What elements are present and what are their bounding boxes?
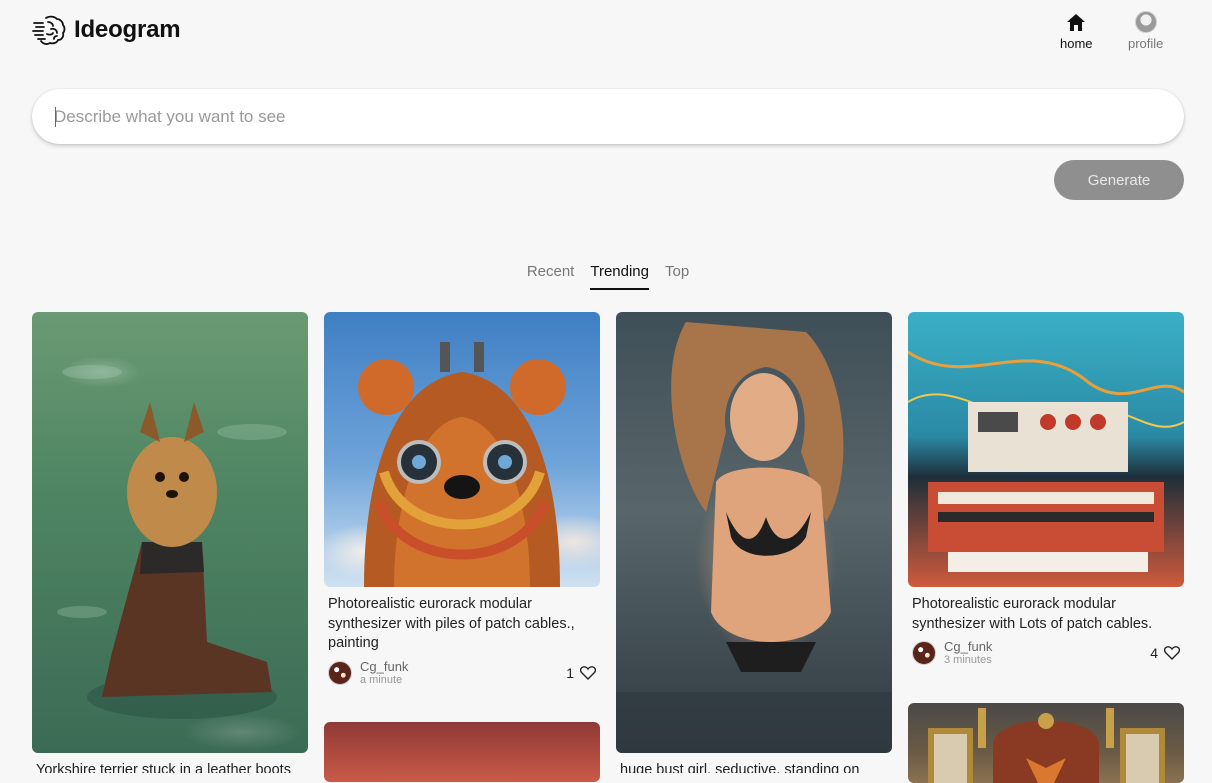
like-button[interactable]: 1 [566, 665, 596, 681]
card-image[interactable] [324, 722, 600, 782]
app-name: Ideogram [74, 16, 181, 43]
card-image[interactable] [616, 312, 892, 753]
woman-illustration [616, 322, 892, 753]
terrier-boot-illustration [57, 365, 287, 719]
nav-profile[interactable]: profile [1128, 10, 1163, 51]
card-image[interactable] [908, 703, 1184, 783]
card-image[interactable] [908, 312, 1184, 587]
tab-top[interactable]: Top [665, 263, 689, 290]
fox-portrait-illustration [928, 708, 1165, 783]
card-caption: Yorkshire terrier stuck in a leather boo… [36, 762, 291, 773]
post-time: 3 minutes [944, 654, 992, 666]
prompt-box [32, 89, 1184, 144]
like-button[interactable]: 4 [1150, 645, 1180, 661]
user-name: Cg_funk [360, 658, 409, 674]
feed-card[interactable] [908, 703, 1184, 783]
card-meta: Cg_funk a minute 1 [324, 654, 600, 686]
profile-avatar-icon [1134, 10, 1157, 34]
home-icon [1066, 10, 1086, 34]
heart-icon [1164, 646, 1180, 660]
feed-card[interactable]: huge bust girl, seductive, standing on [616, 312, 892, 773]
card-user[interactable]: Cg_funk a minute [328, 658, 409, 686]
card-caption: huge bust girl, seductive, standing on [620, 762, 860, 773]
bear-synth-illustration [358, 342, 566, 587]
card-image[interactable] [324, 312, 600, 587]
card-caption: Photorealistic eurorack modular synthesi… [328, 596, 575, 651]
feed-card[interactable]: Photorealistic eurorack modular synthesi… [324, 312, 600, 686]
like-count: 4 [1150, 645, 1158, 661]
user-name: Cg_funk [944, 639, 993, 654]
like-count: 1 [566, 664, 574, 681]
card-image[interactable] [32, 312, 308, 753]
tab-trending[interactable]: Trending [590, 263, 649, 290]
synth-illustration [908, 350, 1184, 572]
text-cursor [55, 107, 56, 127]
card-user[interactable]: Cg_funk 3 minutes [912, 640, 992, 666]
brain-logo-icon [32, 15, 66, 45]
user-avatar [912, 641, 936, 665]
nav-home-label: home [1060, 36, 1093, 51]
user-avatar [328, 660, 352, 685]
feed-tabs: Recent Trending Top [0, 263, 1212, 290]
card-meta: Cg_funk 3 minutes 4 [908, 634, 1184, 666]
heart-icon [580, 665, 596, 680]
generate-button[interactable]: Generate [1054, 160, 1184, 200]
logo[interactable]: Ideogram [32, 14, 181, 46]
header: Ideogram home profile [0, 0, 1212, 64]
post-time: a minute [360, 673, 403, 686]
feed-card[interactable] [324, 722, 600, 782]
prompt-input[interactable] [32, 89, 1184, 144]
nav-profile-label: profile [1128, 36, 1164, 51]
feed-card[interactable]: Yorkshire terrier stuck in a leather boo… [32, 312, 308, 773]
nav-home[interactable]: home [1060, 10, 1093, 51]
card-caption: Photorealistic eurorack modular synthesi… [912, 596, 1153, 632]
tab-recent[interactable]: Recent [527, 263, 575, 290]
feed-card[interactable]: Photorealistic eurorack modular synthesi… [908, 312, 1184, 666]
